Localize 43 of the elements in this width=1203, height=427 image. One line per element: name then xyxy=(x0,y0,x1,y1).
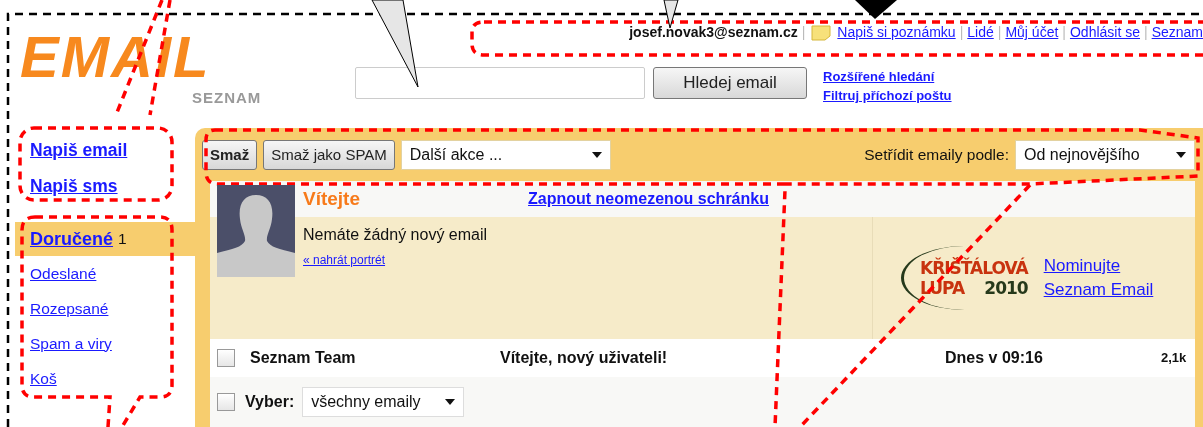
message-row[interactable]: Seznam Team Vítejte, nový uživateli! Dnes v 09:16 2,1k xyxy=(210,339,1195,377)
welcome-title: Vítejte xyxy=(303,186,361,211)
unlimited-mailbox-link[interactable]: Zapnout neomezenou schránku xyxy=(528,187,769,211)
search-link[interactable]: Rozšířené hledání xyxy=(823,67,952,86)
folder-link[interactable]: Rozepsané xyxy=(30,296,109,321)
no-mail-message: Nemáte žádný nový email xyxy=(303,225,489,245)
message-subject[interactable]: Vítejte, nový uživateli! xyxy=(500,346,945,370)
account-link[interactable]: Seznam xyxy=(1151,22,1203,43)
logo-title: EMAIL xyxy=(20,28,211,86)
sort-label: Setřídit emaily podle: xyxy=(864,145,1009,166)
message-date: Dnes v 09:16 xyxy=(945,348,1044,368)
select-label: Vyber: xyxy=(245,392,295,412)
upload-portrait-link[interactable]: « nahrát portrét xyxy=(303,251,386,269)
action-select[interactable]: Další akce ... xyxy=(400,140,611,170)
toolbar-button[interactable]: Smaž xyxy=(202,139,258,171)
account-email: josef.novak3@seznam.cz xyxy=(629,23,798,42)
select-filter[interactable]: všechny emaily xyxy=(302,387,465,417)
separator: | xyxy=(997,23,1002,42)
message-sender[interactable]: Seznam Team xyxy=(250,346,500,370)
folder-link[interactable]: Koš xyxy=(30,366,57,391)
folder-link[interactable]: Doručené xyxy=(30,225,114,253)
compose-link[interactable]: Napiš sms xyxy=(15,168,195,204)
toolbar-button[interactable]: Smaž jako SPAM xyxy=(263,139,395,171)
search-link[interactable]: Filtruj příchozí poštu xyxy=(823,86,952,105)
separator: | xyxy=(959,23,964,42)
nominate-link[interactable]: Nominujte xyxy=(1043,254,1154,278)
unread-count: 1 xyxy=(118,229,127,250)
separator: | xyxy=(1062,23,1066,42)
sort-select[interactable]: Od nejnovějšího xyxy=(1015,140,1195,170)
nominate-link[interactable]: Seznam Email xyxy=(1043,278,1154,302)
account-link[interactable]: Lidé xyxy=(967,22,994,43)
separator: | xyxy=(801,23,806,42)
folder-link[interactable]: Odeslané xyxy=(30,261,97,286)
message-size: 2,1k xyxy=(1161,349,1187,368)
logo-subtitle: SEZNAM xyxy=(192,88,262,108)
account-link[interactable]: Odhlásit se xyxy=(1069,22,1140,43)
search-button[interactable]: Hledej email xyxy=(653,67,807,99)
account-link[interactable]: Napiš si poznámku xyxy=(837,22,956,43)
separator: | xyxy=(1144,23,1148,42)
award-logo: KŘIŠŤÁLOVÁ LUPA 2010 xyxy=(901,246,1028,310)
folder-link[interactable]: Spam a viry xyxy=(30,331,112,356)
compose-link[interactable]: Napiš email xyxy=(15,132,195,168)
account-link[interactable]: Můj účet xyxy=(1005,22,1059,43)
